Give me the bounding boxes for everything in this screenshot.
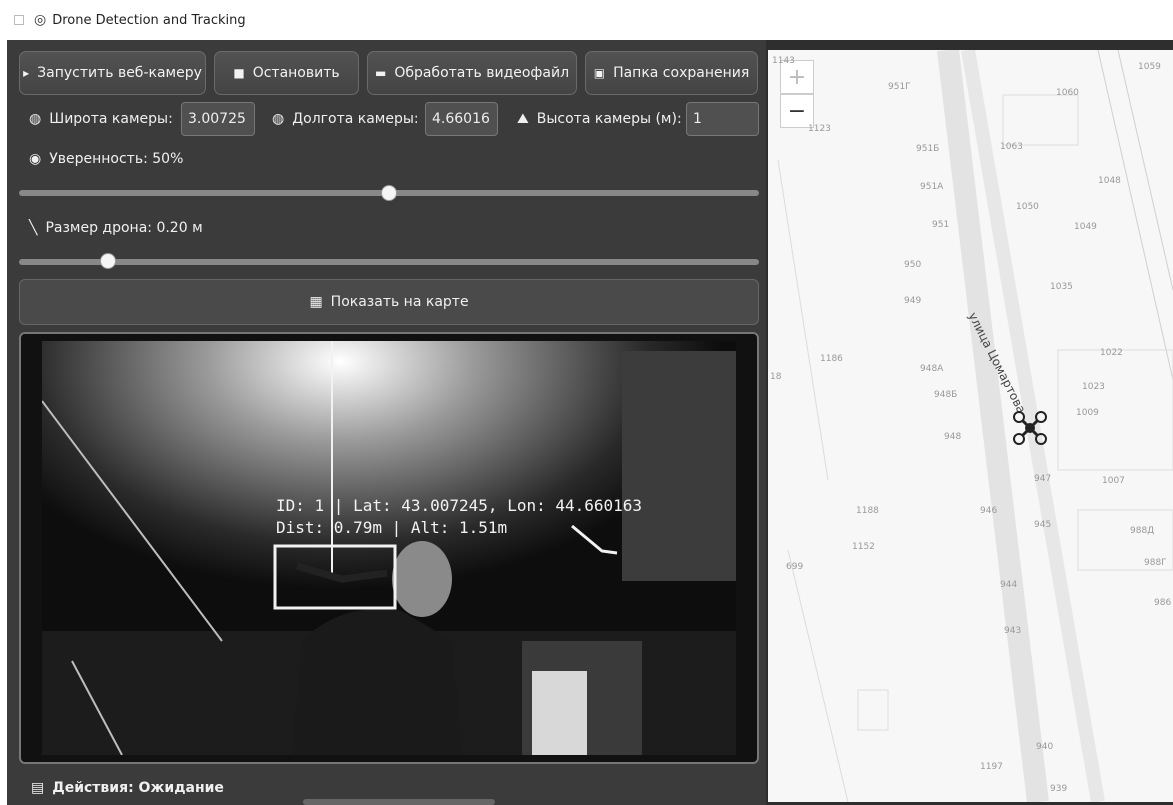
video-frame: ID: 1 | Lat: 43.007245, Lon: 44.660163 D… [19, 332, 759, 764]
drone-size-slider-handle[interactable] [99, 253, 116, 269]
target-icon: ◎ [34, 12, 47, 28]
camera-lat-label: ◍ Широта камеры: [29, 111, 173, 127]
map-label: 699 [786, 562, 804, 572]
map-panel: + − улица Цомартова 1143 951Г 1060 1059 … [766, 40, 1173, 805]
map-label: 939 [1050, 784, 1068, 794]
map-label: 1186 [820, 354, 843, 364]
ruler-icon: ╲ [29, 220, 38, 236]
map-label: 1035 [1050, 282, 1073, 292]
map-label: 940 [1036, 742, 1054, 752]
folder-icon: ▬ [374, 66, 387, 80]
map-icon: ▦ [309, 294, 323, 310]
process-video-button[interactable]: ▬ Обработать видеофайл [367, 51, 577, 95]
map-label: 1059 [1138, 62, 1161, 72]
camera-height-label: ⛰ Высота камеры (м): [517, 111, 682, 127]
map-label: 18 [770, 372, 782, 382]
map-label: 944 [1000, 580, 1018, 590]
map-label: 988Г [1144, 558, 1167, 568]
process-video-label: Обработать видеофайл [394, 65, 570, 81]
show-on-map-button[interactable]: ▦ Показать на карте [19, 279, 759, 325]
map-label: 948А [920, 364, 944, 374]
start-webcam-label: Запустить веб-камеру [37, 65, 202, 81]
map-label: 1050 [1016, 202, 1039, 212]
map-label: 948 [944, 432, 962, 442]
map-label: 1048 [1098, 176, 1121, 186]
save-folder-label: Папка сохранения [613, 65, 750, 81]
camera-height-field[interactable]: 1 [686, 102, 759, 136]
drone-marker-icon[interactable] [1012, 410, 1048, 446]
mountain-icon: ⛰ [517, 111, 529, 127]
drone-size-label: ╲ Размер дрона: 0.20 м [29, 220, 203, 236]
map-label: 1197 [980, 762, 1003, 772]
map-label: 988Д [1130, 526, 1155, 536]
camera-lon-field[interactable]: 4.66016 [425, 102, 498, 136]
window-title: Drone Detection and Tracking [52, 12, 246, 28]
camera-lat-field[interactable]: 3.00725 [181, 102, 255, 136]
map-label: 948Б [934, 390, 958, 400]
title-bar: ◎ Drone Detection and Tracking [0, 0, 1173, 40]
zoom-out-button[interactable]: − [780, 94, 814, 128]
document-icon: ▤ [31, 780, 45, 796]
map-label: 986 [1154, 598, 1172, 608]
map-label: 1009 [1076, 408, 1099, 418]
play-icon: ▸ [23, 66, 30, 80]
globe-icon: ◍ [29, 111, 42, 127]
map-label: 947 [1034, 474, 1052, 484]
map-label: 1123 [808, 124, 831, 134]
map-view[interactable]: + − улица Цомартова 1143 951Г 1060 1059 … [768, 50, 1173, 802]
confidence-slider-handle[interactable] [381, 185, 397, 201]
map-label: 1022 [1100, 348, 1123, 358]
globe-icon: ◍ [272, 111, 285, 127]
map-tiles [777, 50, 1173, 802]
stop-button[interactable]: ■ Остановить [214, 51, 359, 95]
drone-size-slider-track[interactable] [19, 259, 759, 265]
camera-lon-label: ◍ Долгота камеры: [272, 111, 419, 127]
confidence-label: ◉ Уверенность: 50% [29, 151, 184, 167]
map-label: 950 [904, 260, 922, 270]
control-panel: ▸ Запустить веб-камеру ■ Остановить ▬ Об… [7, 40, 766, 805]
save-folder-button[interactable]: ▣ Папка сохранения [585, 51, 758, 95]
map-label: 951Б [916, 144, 940, 154]
map-label: 951 [932, 220, 950, 230]
map-label: 951А [920, 182, 944, 192]
map-label: 1007 [1102, 476, 1125, 486]
detection-overlay-line2: Dist: 0.79m | Alt: 1.51m [276, 518, 507, 537]
detection-overlay-line1: ID: 1 | Lat: 43.007245, Lon: 44.660163 [276, 496, 642, 515]
system-menu-icon[interactable] [14, 15, 24, 25]
target-icon: ◉ [29, 151, 42, 167]
start-webcam-button[interactable]: ▸ Запустить веб-камеру [19, 51, 206, 95]
map-label: 1023 [1082, 382, 1105, 392]
map-label: 1152 [852, 542, 875, 552]
map-label: 949 [904, 296, 922, 306]
status-label: ▤ Действия: Ожидание [31, 780, 224, 796]
floppy-icon: ▣ [593, 66, 606, 80]
stop-icon: ■ [233, 66, 245, 80]
bottom-scrollbar[interactable] [303, 799, 495, 805]
map-label: 1049 [1074, 222, 1097, 232]
stop-label: Остановить [252, 65, 340, 81]
map-label: 1060 [1056, 88, 1079, 98]
map-label: 951Г [888, 82, 911, 92]
map-label: 1188 [856, 506, 879, 516]
map-label: 1143 [772, 56, 795, 66]
map-label: 1063 [1000, 142, 1023, 152]
map-label: 946 [980, 506, 998, 516]
camera-video-feed: ID: 1 | Lat: 43.007245, Lon: 44.660163 D… [42, 341, 736, 755]
map-label: 943 [1004, 626, 1022, 636]
map-label: 945 [1034, 520, 1052, 530]
